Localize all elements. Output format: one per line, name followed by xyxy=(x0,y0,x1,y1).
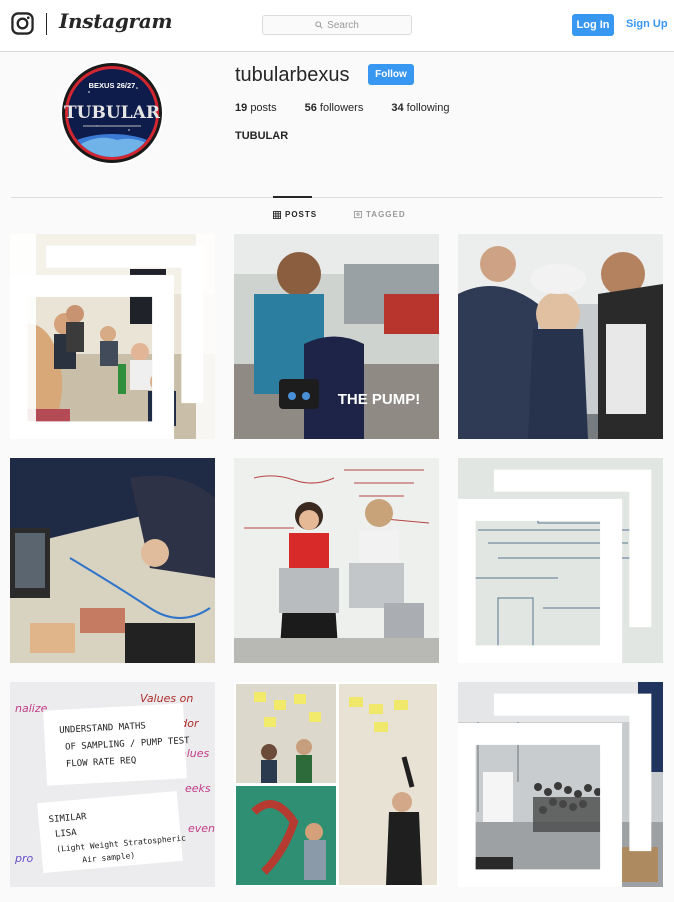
post-tile-7[interactable]: nalizeValues on vendoralues eekseven pro… xyxy=(10,682,215,887)
profile-username: tubularbexus xyxy=(235,64,350,86)
active-tab-indicator xyxy=(273,196,312,198)
tab-posts[interactable]: POSTS xyxy=(273,210,317,219)
search-placeholder: Search xyxy=(327,19,359,31)
tab-tagged[interactable]: TAGGED xyxy=(354,210,406,219)
post-tile-6[interactable] xyxy=(458,458,663,663)
following-label: following xyxy=(406,102,450,114)
post-tile-4[interactable] xyxy=(10,458,215,663)
posts-label: posts xyxy=(250,102,277,114)
posts-count: 19 xyxy=(235,102,248,114)
svg-text:Values on: Values on xyxy=(140,692,193,705)
post-tile-1[interactable] xyxy=(10,234,215,439)
instagram-camera-icon[interactable] xyxy=(11,12,34,35)
signup-link[interactable]: Sign Up xyxy=(626,18,668,30)
profile-full-name: TUBULAR xyxy=(235,130,289,142)
post-image-the-pump: THE PUMP! xyxy=(234,234,439,439)
svg-text:eeks: eeks xyxy=(185,782,211,795)
followers-stat[interactable]: 56 followers xyxy=(305,102,364,114)
svg-text:BEXUS 26/27: BEXUS 26/27 xyxy=(89,81,136,90)
following-stat[interactable]: 34 following xyxy=(391,102,449,114)
login-button[interactable]: Log In xyxy=(572,14,614,36)
profile-stats: 19 posts 56 followers 34 following xyxy=(235,102,477,114)
followers-count: 56 xyxy=(304,102,317,114)
tag-icon xyxy=(354,210,362,218)
multiple-photos-icon xyxy=(458,469,652,663)
search-icon xyxy=(315,21,323,29)
posts-stat: 19 posts xyxy=(235,102,277,114)
post-image-whiteboard-bags xyxy=(234,458,439,663)
multiple-photos-icon xyxy=(10,245,204,439)
svg-text:nalize: nalize xyxy=(15,702,48,715)
tab-tagged-label: TAGGED xyxy=(366,210,406,219)
multiple-photos-icon xyxy=(458,693,652,887)
svg-text:even: even xyxy=(188,822,215,835)
logo-divider xyxy=(46,13,47,35)
followers-label: followers xyxy=(319,102,364,114)
tab-divider xyxy=(11,197,663,198)
post-tile-5[interactable] xyxy=(234,458,439,663)
top-navigation-bar: Instagram Search Log In Sign Up xyxy=(0,0,674,52)
following-count: 34 xyxy=(391,102,404,114)
post-tile-2[interactable]: THE PUMP! xyxy=(234,234,439,439)
post-tile-8[interactable] xyxy=(234,682,439,887)
instagram-wordmark[interactable]: Instagram xyxy=(59,9,173,33)
post-caption-the-pump: THE PUMP! xyxy=(338,391,421,408)
tab-posts-label: POSTS xyxy=(285,210,318,219)
grid-icon xyxy=(273,210,281,219)
post-tile-9[interactable] xyxy=(458,682,663,887)
post-image-laptops-desk xyxy=(10,458,215,663)
svg-text:LISA: LISA xyxy=(55,828,78,840)
profile-avatar[interactable]: BEXUS 26/27 TUBULAR xyxy=(59,60,165,166)
post-image-sticky-notes: nalizeValues on vendoralues eekseven pro… xyxy=(10,682,215,887)
post-image-collage-notes xyxy=(234,682,439,887)
post-tile-3[interactable] xyxy=(458,234,663,439)
search-input[interactable]: Search xyxy=(262,15,412,35)
post-image-smiling-students xyxy=(458,234,663,439)
follow-button[interactable]: Follow xyxy=(368,64,414,85)
svg-text:TUBULAR: TUBULAR xyxy=(64,103,161,123)
svg-text:pro: pro xyxy=(14,852,34,865)
